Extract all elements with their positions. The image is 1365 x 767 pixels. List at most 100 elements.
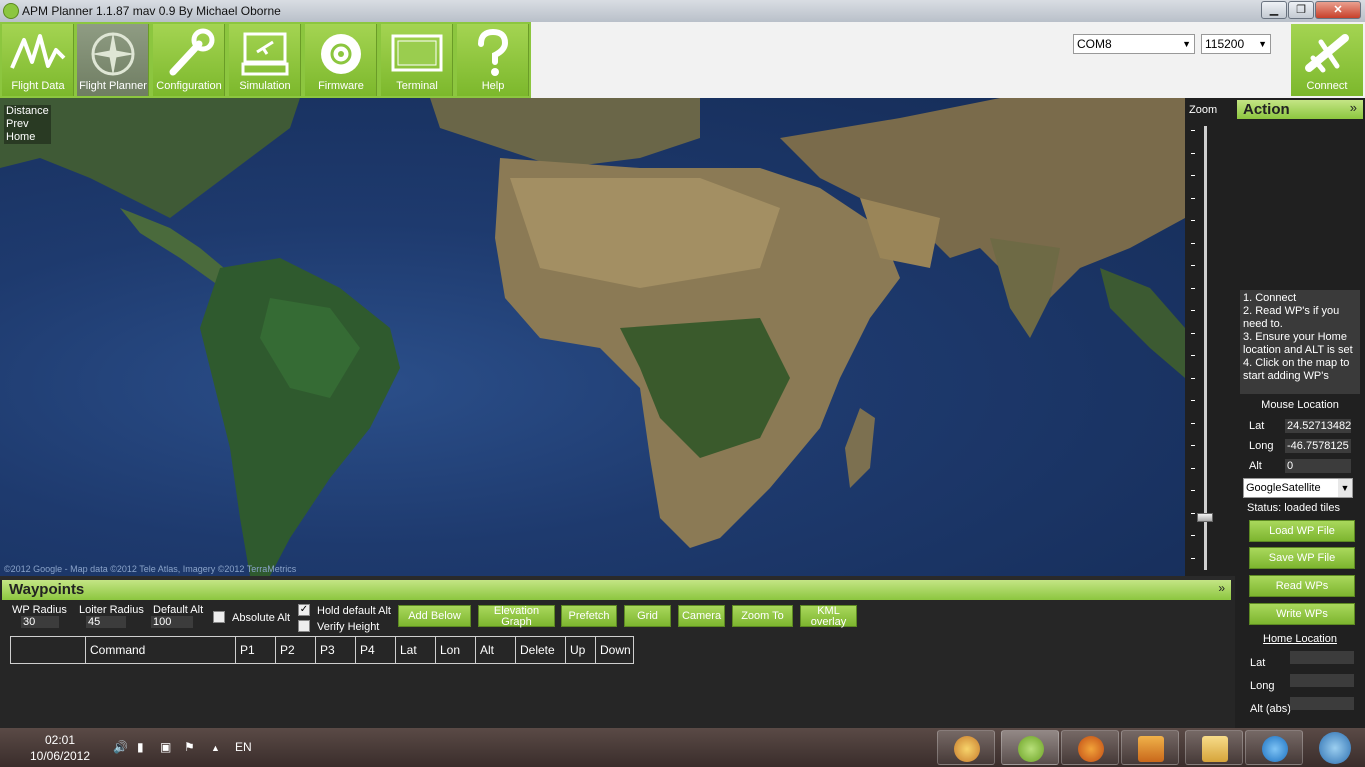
connect-button[interactable]: Connect (1291, 24, 1363, 96)
zoom-slider-track[interactable] (1204, 126, 1207, 570)
action-panel: Action » 1. Connect 2. Read WP's if you … (1235, 98, 1365, 728)
add-below-button[interactable]: Add Below (398, 605, 471, 627)
hold-default-alt-label: Hold default Alt (317, 605, 391, 617)
elevation-graph-button[interactable]: Elevation Graph (478, 605, 555, 628)
start-button[interactable] (1305, 730, 1363, 765)
lat-label: Lat (1249, 420, 1265, 432)
zoom-panel: Zoom (1185, 98, 1235, 576)
home-lat-field[interactable] (1290, 651, 1354, 664)
zoom-tick (1191, 535, 1195, 536)
write-wps-button[interactable]: Write WPs (1249, 603, 1355, 625)
wp-radius-input[interactable]: 30 (21, 616, 59, 628)
zoom-slider-thumb[interactable] (1197, 513, 1213, 523)
waypoints-panel: Waypoints » WP Radius 30 Loiter Radius 4… (0, 580, 1235, 728)
column-header[interactable]: P2 (276, 637, 316, 663)
zoom-label: Zoom (1189, 104, 1218, 116)
home-alt-field[interactable] (1290, 697, 1354, 710)
column-header[interactable]: Lon (436, 637, 476, 663)
taskbar-media-player[interactable] (1121, 730, 1179, 765)
com-port-select[interactable]: COM8 ▼ (1073, 34, 1195, 54)
taskbar-internet-explorer[interactable] (1245, 730, 1303, 765)
long-field[interactable]: -46.7578125 (1285, 439, 1351, 453)
taskbar-firefox[interactable] (1061, 730, 1119, 765)
baud-rate-select[interactable]: 115200 ▼ (1201, 34, 1271, 54)
collapse-icon[interactable]: » (1350, 100, 1357, 115)
tab-flight-planner[interactable]: Flight Planner (77, 24, 149, 96)
camera-button[interactable]: Camera (678, 605, 725, 627)
internet-explorer-icon (1262, 736, 1288, 762)
zoom-to-button[interactable]: Zoom To (732, 605, 793, 627)
volume-icon[interactable]: 🔊 (113, 740, 128, 754)
column-header[interactable]: P1 (236, 637, 276, 663)
zoom-tick (1191, 490, 1195, 491)
alt-field[interactable]: 0 (1285, 459, 1351, 473)
prev-label: Prev (6, 118, 29, 130)
folder-icon (1202, 736, 1228, 762)
column-header[interactable]: Delete (516, 637, 566, 663)
tab-terminal[interactable]: Terminal (381, 24, 453, 96)
column-header[interactable]: Lat (396, 637, 436, 663)
tab-flight-data[interactable]: Flight Data (2, 24, 74, 96)
simulation-icon (241, 32, 289, 76)
load-wp-file-button[interactable]: Load WP File (1249, 520, 1355, 542)
map-distance-overlay: Distance Prev Home (4, 105, 51, 144)
instruction-line: 1. Connect (1243, 292, 1297, 304)
home-long-field[interactable] (1290, 674, 1354, 687)
prefetch-button[interactable]: Prefetch (561, 605, 617, 627)
action-panel-header[interactable]: Action » (1237, 100, 1363, 119)
column-header[interactable]: Down (596, 637, 633, 663)
zoom-tick (1191, 512, 1195, 514)
device-icon[interactable]: ▣ (160, 740, 171, 754)
tab-firmware[interactable]: Firmware (305, 24, 377, 96)
column-header[interactable]: Command (86, 637, 236, 663)
kml-overlay-button[interactable]: KML overlay (800, 605, 857, 628)
tab-simulation[interactable]: Simulation (229, 24, 301, 96)
waypoints-header[interactable]: Waypoints » (2, 580, 1231, 600)
tab-help[interactable]: Help (457, 24, 529, 96)
column-header[interactable]: P4 (356, 637, 396, 663)
system-clock[interactable]: 02:01 10/06/2012 (20, 732, 100, 764)
verify-height-label: Verify Height (317, 621, 380, 633)
mouse-location-label: Mouse Location (1261, 399, 1339, 411)
map-type-select[interactable]: GoogleSatellite ▼ (1243, 478, 1353, 498)
satellite-map[interactable]: Distance Prev Home ©2012 Google - Map da… (0, 98, 1185, 576)
column-header[interactable]: P3 (316, 637, 356, 663)
chevron-down-icon: ▼ (1338, 479, 1352, 497)
taskbar-explorer[interactable] (1185, 730, 1243, 765)
zoom-tick (1191, 332, 1195, 334)
lat-field[interactable]: 24.527134822 (1285, 419, 1351, 433)
verify-height-checkbox[interactable] (298, 620, 310, 632)
collapse-icon[interactable]: » (1218, 581, 1225, 595)
default-alt-input[interactable]: 100 (151, 616, 193, 628)
taskbar-apm-planner[interactable] (1001, 730, 1059, 765)
network-icon[interactable]: ▮ (137, 740, 144, 754)
window-title: APM Planner 1.1.87 mav 0.9 By Michael Ob… (22, 4, 281, 18)
loiter-radius-input[interactable]: 45 (86, 616, 126, 628)
save-wp-file-button[interactable]: Save WP File (1249, 547, 1355, 569)
minimize-button[interactable]: ▁ (1261, 1, 1287, 19)
column-header[interactable]: Up (566, 637, 596, 663)
compass-icon (91, 32, 135, 76)
grid-button[interactable]: Grid (624, 605, 671, 627)
plane-plug-icon (1305, 34, 1349, 73)
taskbar-paint-app[interactable] (937, 730, 995, 765)
language-indicator[interactable]: EN (235, 740, 252, 754)
zoom-tick (1191, 467, 1195, 469)
flag-icon[interactable]: ⚑ (184, 740, 195, 754)
absolute-alt-checkbox[interactable] (213, 611, 225, 623)
column-header[interactable]: Alt (476, 637, 516, 663)
close-button[interactable]: ✕ (1315, 1, 1361, 19)
tab-label: Firmware (318, 80, 364, 92)
show-hidden-icons[interactable]: ▲ (211, 743, 220, 753)
home-long-label: Long (1250, 680, 1275, 692)
tab-configuration[interactable]: Configuration (153, 24, 225, 96)
home-label: Home (6, 131, 36, 143)
hold-default-alt-checkbox[interactable]: ✓ (298, 604, 310, 616)
maximize-button[interactable]: ❐ (1288, 1, 1314, 19)
read-wps-button[interactable]: Read WPs (1249, 575, 1355, 597)
long-label: Long (1249, 440, 1274, 452)
home-location-link[interactable]: Home Location (1235, 633, 1365, 645)
column-header[interactable] (11, 637, 86, 663)
tab-label: Terminal (396, 80, 438, 92)
default-alt-label: Default Alt (153, 604, 204, 616)
